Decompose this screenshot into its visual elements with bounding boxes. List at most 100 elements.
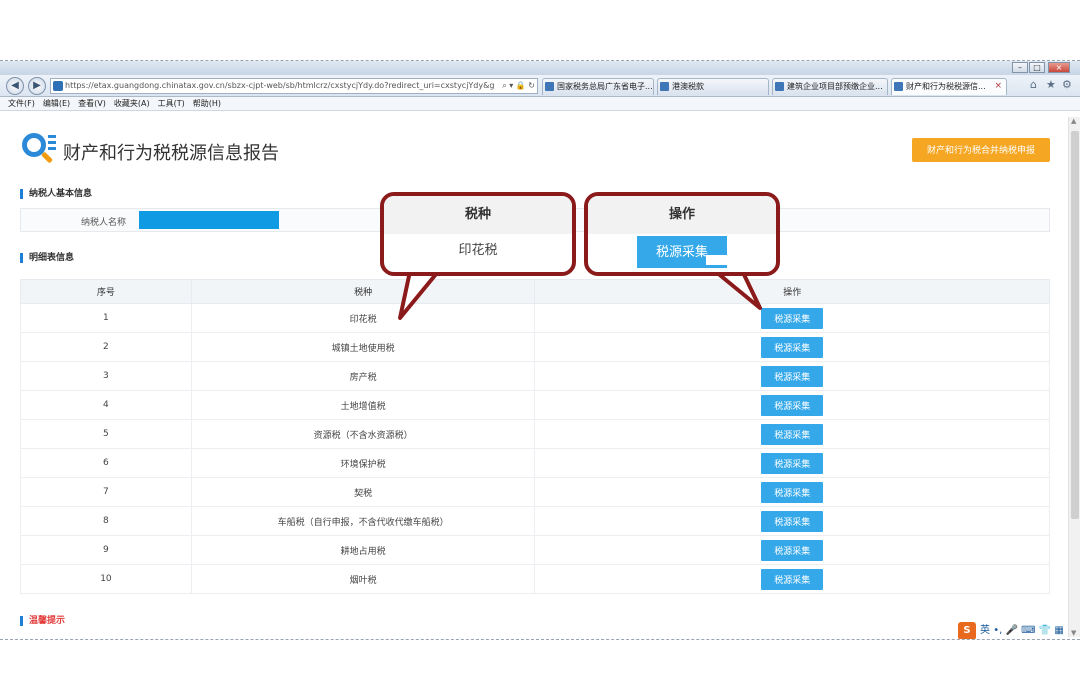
microphone-icon[interactable]: 🎤 <box>1005 625 1017 636</box>
address-bar[interactable]: https://etax.guangdong.chinatax.gov.cn/s… <box>50 78 538 94</box>
url-text: https://etax.guangdong.chinatax.gov.cn/s… <box>65 81 495 90</box>
tab-icon <box>894 82 903 91</box>
row-tax-type: 耕地占用税 <box>190 535 536 565</box>
tax-source-collect-button[interactable]: 税源采集 <box>761 394 824 416</box>
tab-label: 建筑企业项目部预缴企业... <box>787 82 883 91</box>
maximize-button[interactable]: □ <box>1029 62 1045 73</box>
row-number: 6 <box>20 448 192 478</box>
tab-label: 财产和行为税税源信... <box>906 82 986 91</box>
page-content: 财产和行为税税源信息报告 财产和行为税合并纳税申报 纳税人基本信息 纳税人名称 … <box>0 111 1080 639</box>
row-number: 1 <box>20 303 192 333</box>
tab-label: 国家税务总局广东省电子... <box>557 82 653 91</box>
merge-declaration-button[interactable]: 财产和行为税合并纳税申报 <box>912 138 1050 162</box>
table-row: 2 城镇土地使用税 税源采集 <box>20 332 1050 362</box>
row-number: 3 <box>20 361 192 391</box>
tax-source-collect-button[interactable]: 税源采集 <box>761 452 824 474</box>
taxpayer-section-title: 纳税人基本信息 <box>20 189 92 199</box>
taxpayer-name-value-redacted <box>139 211 279 229</box>
tax-source-collect-button[interactable]: 税源采集 <box>761 307 824 329</box>
ime-tools-icon[interactable]: ▦ <box>1054 625 1063 636</box>
table-row: 3 房产税 税源采集 <box>20 361 1050 391</box>
close-window-button[interactable]: × <box>1048 62 1070 73</box>
keyboard-icon[interactable]: ⌨ <box>1021 625 1035 636</box>
row-action-cell: 税源采集 <box>534 448 1050 478</box>
close-tab-icon[interactable]: × <box>994 79 1002 94</box>
detail-section-title: 明细表信息 <box>20 253 74 263</box>
row-tax-type: 土地增值税 <box>190 390 536 420</box>
row-action-cell: 税源采集 <box>534 419 1050 449</box>
tab-icon <box>660 82 669 91</box>
callout-action-header: 操作 <box>588 196 776 234</box>
tab-label: 港澳税款 <box>672 82 704 91</box>
table-header-row: 序号 税种 操作 <box>20 279 1050 304</box>
menu-help[interactable]: 帮助(H) <box>193 97 221 110</box>
skin-icon[interactable]: 👕 <box>1039 625 1051 636</box>
row-number: 4 <box>20 390 192 420</box>
ime-punctuation-icon[interactable]: •, <box>993 625 1005 636</box>
menu-favorites[interactable]: 收藏夹(A) <box>114 97 150 110</box>
tab-icon <box>545 82 554 91</box>
table-row: 5 资源税（不含水资源税） 税源采集 <box>20 419 1050 449</box>
row-action-cell: 税源采集 <box>534 332 1050 362</box>
scroll-up-icon[interactable]: ▲ <box>1071 117 1076 125</box>
row-action-cell: 税源采集 <box>534 535 1050 565</box>
callout-tax-value: 印花税 <box>458 243 498 258</box>
browser-window: – □ × ◀ ▶ https://etax.guangdong.chinata… <box>0 60 1080 640</box>
row-number: 8 <box>20 506 192 536</box>
menu-file[interactable]: 文件(F) <box>8 97 35 110</box>
ime-language[interactable]: 英 <box>980 625 990 636</box>
tax-source-collect-button[interactable]: 税源采集 <box>761 539 824 561</box>
row-tax-type: 城镇土地使用税 <box>190 332 536 362</box>
table-row: 10 烟叶税 税源采集 <box>20 564 1050 594</box>
callout-tax-type: 税种 印花税 <box>380 192 576 276</box>
tips-section-title: 温馨提示 <box>20 616 65 626</box>
menu-view[interactable]: 查看(V) <box>78 97 106 110</box>
menu-bar: 文件(F) 编辑(E) 查看(V) 收藏夹(A) 工具(T) 帮助(H) <box>0 97 1080 111</box>
tab-3[interactable]: 建筑企业项目部预缴企业... <box>772 78 888 95</box>
row-tax-type: 房产税 <box>190 361 536 391</box>
favorites-star-icon[interactable]: ★ <box>1046 78 1056 91</box>
row-tax-type: 环境保护税 <box>190 448 536 478</box>
tax-source-collect-button[interactable]: 税源采集 <box>761 336 824 358</box>
tab-4-active[interactable]: 财产和行为税税源信... × <box>891 78 1007 95</box>
row-action-cell: 税源采集 <box>534 303 1050 333</box>
tax-source-collect-button[interactable]: 税源采集 <box>761 365 824 387</box>
callout-action: 操作 税源采集 <box>584 192 780 276</box>
row-action-cell: 税源采集 <box>534 477 1050 507</box>
row-action-cell: 税源采集 <box>534 390 1050 420</box>
forward-icon[interactable]: ▶ <box>28 77 46 95</box>
table-row: 1 印花税 税源采集 <box>20 303 1050 333</box>
sogou-logo-icon: S <box>958 622 976 639</box>
column-header-action: 操作 <box>534 279 1050 304</box>
vertical-scrollbar[interactable]: ▲ ▼ <box>1068 117 1080 637</box>
callout-collect-button[interactable]: 税源采集 <box>637 236 727 268</box>
tax-source-collect-button[interactable]: 税源采集 <box>761 510 824 532</box>
settings-gear-icon[interactable]: ⚙ <box>1062 78 1072 91</box>
home-icon[interactable]: ⌂ <box>1030 78 1037 91</box>
back-icon[interactable]: ◀ <box>6 77 24 95</box>
tax-source-collect-button[interactable]: 税源采集 <box>761 568 824 590</box>
scroll-thumb[interactable] <box>1071 131 1079 519</box>
address-tools-icon[interactable]: ⌕ ▾ 🔒 ↻ <box>500 79 535 93</box>
menu-edit[interactable]: 编辑(E) <box>43 97 70 110</box>
title-bar: – □ × <box>0 61 1080 75</box>
tax-source-collect-button[interactable]: 税源采集 <box>761 481 824 503</box>
table-row: 4 土地增值税 税源采集 <box>20 390 1050 420</box>
page-title: 财产和行为税税源信息报告 <box>63 143 279 164</box>
column-header-no: 序号 <box>20 279 192 304</box>
minimize-button[interactable]: – <box>1012 62 1028 73</box>
column-header-tax: 税种 <box>190 279 536 304</box>
table-row: 7 契税 税源采集 <box>20 477 1050 507</box>
row-tax-type: 车船税（自行申报，不含代收代缴车船税） <box>190 506 536 536</box>
tab-2[interactable]: 港澳税款 <box>657 78 769 95</box>
scroll-down-icon[interactable]: ▼ <box>1071 629 1076 637</box>
menu-tools[interactable]: 工具(T) <box>158 97 185 110</box>
input-method-toolbar[interactable]: S英 •, 🎤 ⌨ 👕 ▦ <box>958 621 1064 639</box>
callout-action-body: 税源采集 <box>588 234 776 272</box>
tab-1[interactable]: 国家税务总局广东省电子... <box>542 78 654 95</box>
row-number: 2 <box>20 332 192 362</box>
row-action-cell: 税源采集 <box>534 506 1050 536</box>
row-tax-type: 印花税 <box>190 303 536 333</box>
callout-tax-header: 税种 <box>384 196 572 234</box>
tax-source-collect-button[interactable]: 税源采集 <box>761 423 824 445</box>
